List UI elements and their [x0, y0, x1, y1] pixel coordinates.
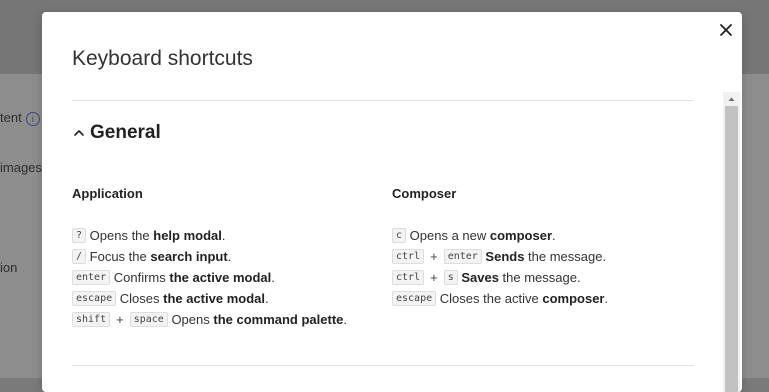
shortcut-emphasis: composer	[489, 228, 553, 243]
key-chip: enter	[443, 249, 482, 265]
shortcut-text: Opens a new	[409, 228, 490, 243]
shortcut-text: the message.	[498, 270, 581, 285]
shortcut-text: .	[604, 291, 609, 306]
key-chip: enter	[72, 270, 111, 286]
shortcut-emphasis: Saves	[461, 270, 499, 285]
shortcut-row: escape Closes the active modal.	[72, 288, 372, 309]
shortcut-text: the message.	[524, 249, 607, 264]
key-separator: +	[430, 270, 438, 285]
scroll-up-button[interactable]	[723, 92, 740, 106]
chevron-up-icon	[74, 130, 84, 136]
close-button[interactable]	[716, 20, 736, 40]
scrollbar[interactable]	[723, 92, 740, 392]
scroll-thumb[interactable]	[725, 106, 738, 392]
shortcut-text: .	[221, 228, 226, 243]
section-general-toggle[interactable]: General	[72, 121, 161, 145]
shortcut-list: ? Opens the help modal. / Focus the searc…	[72, 225, 372, 330]
shortcut-row: escape Closes the active composer.	[392, 288, 692, 309]
section-title: General	[90, 122, 161, 143]
key-chip: c	[392, 228, 407, 244]
info-icon: i	[25, 111, 40, 126]
column-title: Application	[72, 186, 143, 201]
background-fragment: ion	[0, 260, 18, 275]
shortcut-text: Closes	[119, 291, 164, 306]
shortcut-text: .	[264, 291, 269, 306]
scroll-up-arrow-icon	[728, 97, 735, 101]
shortcut-text: Opens the	[89, 228, 154, 243]
shortcut-text: Opens	[171, 312, 214, 327]
application-column: Application ? Opens the help modal. / Foc…	[72, 186, 372, 330]
shortcut-emphasis: the command palette	[213, 312, 344, 327]
shortcut-emphasis: help modal	[153, 228, 222, 243]
shortcut-text: .	[552, 228, 556, 243]
key-chip: ?	[72, 228, 87, 244]
modal-title: Keyboard shortcuts	[72, 47, 253, 70]
key-chip: ctrl	[392, 270, 425, 286]
shortcut-row: shift + space Opens the command palette.	[72, 309, 372, 330]
shortcut-row: enter Confirms the active modal.	[72, 267, 372, 288]
shortcut-emphasis: the active modal	[163, 291, 265, 306]
shortcut-text: Closes the active	[439, 291, 543, 306]
shortcut-emphasis: composer	[542, 291, 605, 306]
shortcut-row: ? Opens the help modal.	[72, 225, 372, 246]
shortcut-row: / Focus the search input.	[72, 246, 372, 267]
background-text-1: tent i	[0, 110, 40, 126]
key-chip: /	[72, 249, 87, 265]
keyboard-shortcuts-modal: Keyboard shortcuts General Application ?…	[42, 12, 742, 392]
shortcut-text: .	[227, 249, 232, 264]
shortcut-row: c Opens a new composer.	[392, 225, 692, 246]
composer-column: Composer c Opens a new composer. ctrl + ent…	[392, 186, 692, 309]
column-title: Composer	[392, 186, 457, 201]
shortcut-text: .	[343, 312, 348, 327]
shortcut-emphasis: the active modal	[169, 270, 272, 285]
background-text-3: ion	[0, 260, 17, 275]
shortcut-row: ctrl + enter Sends the message.	[392, 246, 692, 267]
background-fragment: images	[0, 160, 42, 175]
key-chip: space	[129, 312, 168, 328]
shortcut-emphasis: Sends	[485, 249, 525, 264]
shortcut-text: .	[271, 270, 275, 285]
key-chip: escape	[72, 291, 117, 307]
shortcut-row: ctrl + s Saves the message.	[392, 267, 692, 288]
key-chip: shift	[72, 312, 111, 328]
shortcut-emphasis: search input	[150, 249, 228, 264]
shortcut-text: Focus the	[89, 249, 151, 264]
background-text-2: images	[0, 160, 42, 175]
close-icon	[720, 24, 732, 36]
background-fragment: tent	[0, 110, 22, 125]
key-separator: +	[116, 312, 124, 327]
section-divider	[72, 365, 694, 366]
key-chip: ctrl	[392, 249, 425, 265]
shortcut-list: c Opens a new composer. ctrl + enter Sends …	[392, 225, 692, 309]
key-chip: escape	[392, 291, 437, 307]
modal-body: General Application ? Opens the help mod…	[72, 101, 694, 392]
key-separator: +	[430, 249, 438, 264]
shortcut-text: Confirms	[113, 270, 170, 285]
key-chip: s	[443, 270, 458, 286]
